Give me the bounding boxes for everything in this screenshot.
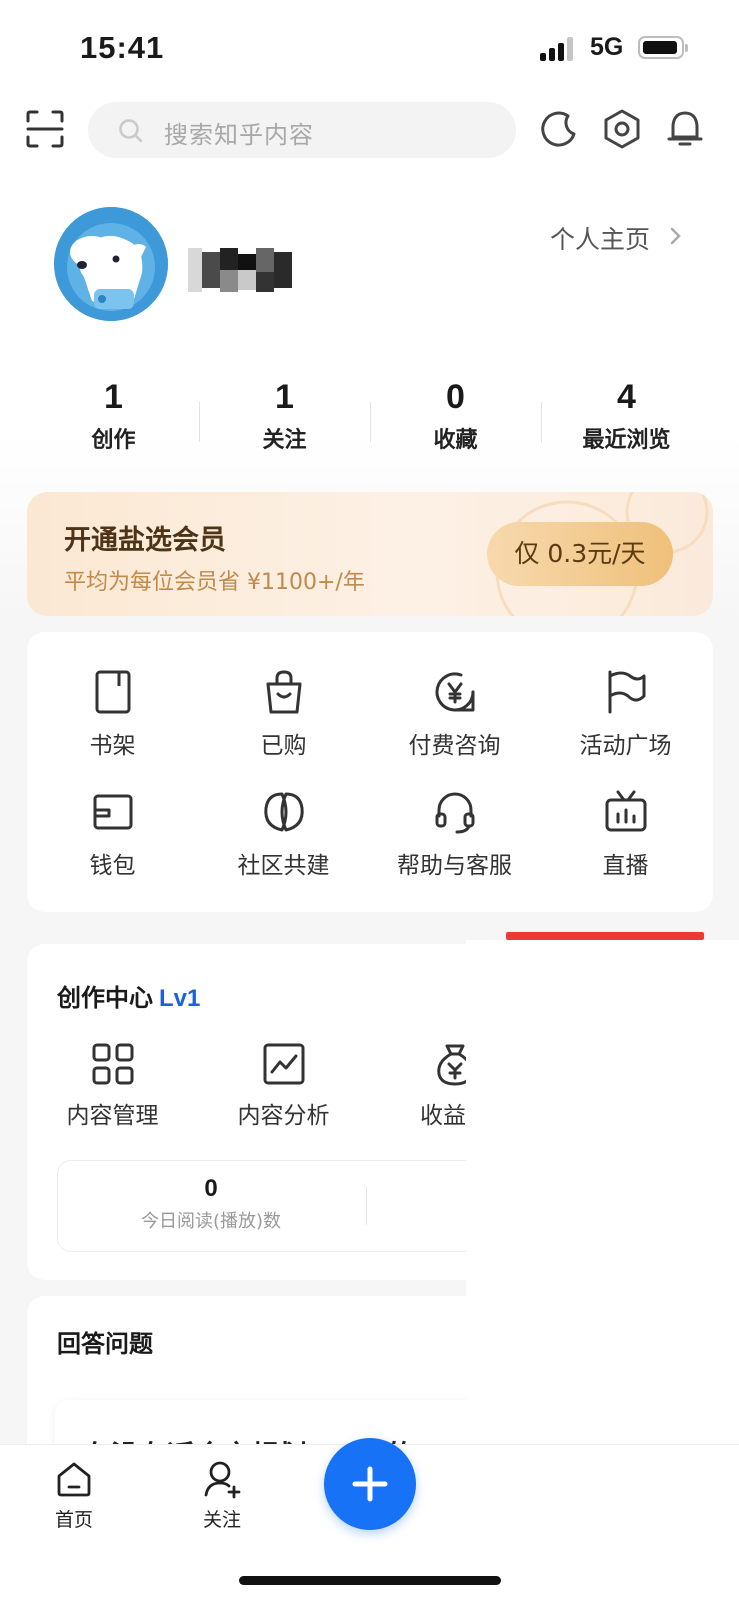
vip-price-button[interactable]: 仅 0.3元/天 bbox=[487, 522, 673, 586]
stat-label: 收藏 bbox=[433, 428, 478, 453]
tool-label: 直播 bbox=[602, 853, 649, 879]
tab-label: 关注 bbox=[202, 1509, 241, 1531]
profile-link[interactable]: 个人主页 bbox=[550, 220, 650, 256]
home-indicator bbox=[239, 1576, 501, 1585]
tool-live[interactable]: 直播 bbox=[540, 788, 711, 880]
creation-item-label: 内容管理 bbox=[66, 1103, 159, 1129]
stat-value: 1 bbox=[275, 378, 294, 416]
wallet-icon bbox=[93, 794, 132, 830]
search-input[interactable]: 搜索知乎内容 bbox=[88, 102, 516, 158]
leaves-icon bbox=[263, 792, 304, 832]
red-indicator bbox=[506, 932, 704, 940]
bell-icon[interactable] bbox=[664, 108, 706, 150]
status-time: 15:41 bbox=[80, 30, 165, 65]
battery-icon bbox=[638, 36, 688, 59]
shopping-bag-icon bbox=[266, 670, 301, 714]
username-censored bbox=[188, 248, 292, 292]
vip-banner[interactable]: 开通盐选会员 平均为每位会员省 ¥1100+/年 仅 0.3元/天 bbox=[27, 492, 713, 616]
network-type: 5G bbox=[590, 33, 624, 61]
creation-item-label: 内容分析 bbox=[237, 1103, 330, 1129]
metric-value: 0 bbox=[204, 1175, 218, 1202]
tools-card: 书架 已购 付费咨询 活动广场 钱包 社区共建 帮助与客服 直播 bbox=[27, 632, 713, 912]
follow-icon bbox=[204, 1461, 241, 1499]
status-bar: 15:41 5G bbox=[0, 0, 739, 100]
stat-creations[interactable]: 1 创作 bbox=[28, 378, 199, 454]
search-icon bbox=[119, 119, 143, 143]
tool-bookshelf[interactable]: 书架 bbox=[27, 668, 198, 760]
tool-wallet[interactable]: 钱包 bbox=[27, 788, 198, 880]
answer-section-title: 回答问题 bbox=[57, 1330, 153, 1358]
tool-activity[interactable]: 活动广场 bbox=[540, 668, 711, 760]
grid-icon bbox=[92, 1043, 133, 1085]
stat-value: 0 bbox=[446, 378, 465, 416]
header-bar: 搜索知乎内容 bbox=[0, 98, 739, 162]
divider bbox=[366, 1187, 367, 1225]
stat-label: 最近浏览 bbox=[582, 428, 671, 453]
search-placeholder: 搜索知乎内容 bbox=[164, 121, 314, 149]
tool-paid-consult[interactable]: 付费咨询 bbox=[369, 668, 540, 760]
stat-label: 关注 bbox=[262, 428, 307, 453]
stat-value: 1 bbox=[104, 378, 123, 416]
home-icon bbox=[57, 1462, 91, 1497]
tab-follow[interactable]: 关注 bbox=[172, 1459, 272, 1532]
bookshelf-icon bbox=[95, 670, 130, 714]
stat-following[interactable]: 1 关注 bbox=[199, 378, 370, 454]
tv-icon bbox=[605, 790, 646, 832]
plus-icon bbox=[352, 1466, 388, 1502]
metric-label: 今日阅读(播放)数 bbox=[140, 1211, 282, 1232]
stat-value: 4 bbox=[617, 378, 636, 416]
creation-item-content-analysis[interactable]: 内容分析 bbox=[198, 1042, 369, 1130]
creation-center-title: 创作中心 Lv1 bbox=[57, 978, 200, 1013]
tool-community[interactable]: 社区共建 bbox=[198, 788, 369, 880]
tool-label: 活动广场 bbox=[579, 733, 672, 759]
metric-today-reads[interactable]: 0 今日阅读(播放)数 bbox=[58, 1175, 364, 1233]
create-post-button[interactable] bbox=[324, 1438, 416, 1530]
tool-label: 社区共建 bbox=[237, 853, 330, 879]
moon-icon[interactable] bbox=[538, 108, 580, 150]
vip-subtitle: 平均为每位会员省 ¥1100+/年 bbox=[64, 570, 365, 595]
signal-icon bbox=[540, 37, 576, 61]
stat-recent[interactable]: 4 最近浏览 bbox=[541, 378, 712, 454]
stat-label: 创作 bbox=[91, 428, 136, 453]
tool-label: 帮助与客服 bbox=[397, 853, 512, 879]
settings-icon[interactable] bbox=[601, 108, 643, 150]
stats-row: 1 创作 1 关注 0 收藏 4 最近浏览 bbox=[28, 378, 712, 468]
tab-label: 首页 bbox=[54, 1509, 93, 1531]
tool-label: 书架 bbox=[89, 733, 136, 759]
tool-label: 钱包 bbox=[89, 853, 136, 879]
paid-consult-icon bbox=[435, 672, 474, 712]
tool-help[interactable]: 帮助与客服 bbox=[369, 788, 540, 880]
tool-purchased[interactable]: 已购 bbox=[198, 668, 369, 760]
chevron-right-icon bbox=[670, 227, 681, 245]
headset-icon bbox=[435, 792, 474, 834]
creation-level-badge[interactable]: Lv1 bbox=[159, 985, 200, 1012]
tool-label: 付费咨询 bbox=[408, 733, 501, 759]
avatar[interactable] bbox=[54, 207, 168, 321]
stat-favorites[interactable]: 0 收藏 bbox=[370, 378, 541, 454]
tab-home[interactable]: 首页 bbox=[24, 1459, 124, 1532]
scan-icon[interactable] bbox=[25, 109, 65, 149]
creation-item-content-management[interactable]: 内容管理 bbox=[27, 1042, 198, 1130]
flag-icon bbox=[608, 670, 645, 714]
vip-title: 开通盐选会员 bbox=[64, 525, 226, 556]
tool-label: 已购 bbox=[260, 733, 307, 759]
chart-icon bbox=[263, 1043, 304, 1085]
creation-center-label: 创作中心 bbox=[57, 984, 153, 1012]
